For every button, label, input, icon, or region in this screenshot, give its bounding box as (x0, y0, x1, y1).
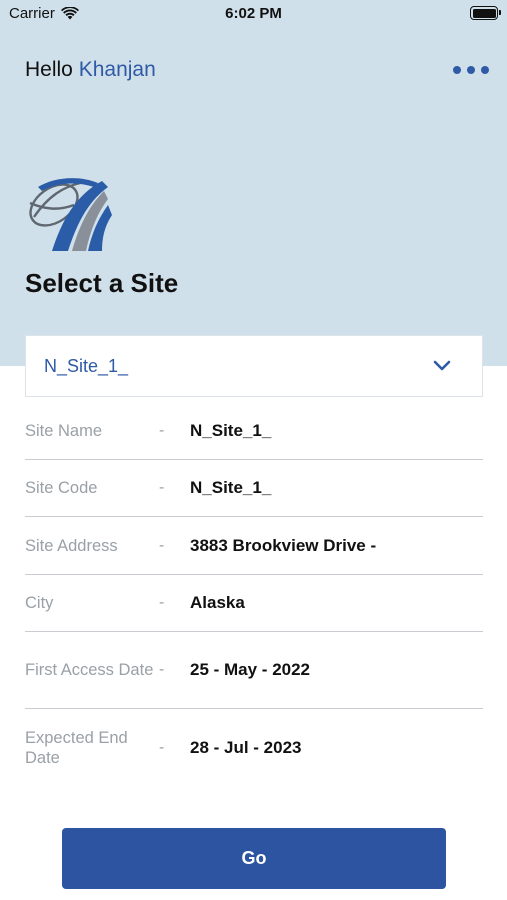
detail-separator: - (159, 738, 165, 756)
more-dots-icon (453, 66, 461, 74)
status-time: 6:02 PM (225, 5, 282, 22)
detail-row-city: City - Alaska (25, 575, 483, 632)
page-title: Select a Site (25, 268, 179, 298)
detail-row-site-address: Site Address - 3883 Brookview Drive - (25, 517, 483, 575)
detail-separator: - (159, 536, 165, 554)
detail-label: First Access Date (25, 661, 154, 679)
more-options-button[interactable] (453, 60, 489, 80)
detail-value: 25 - May - 2022 (190, 660, 311, 679)
detail-value: N_Site_1_ (190, 478, 272, 497)
detail-value: 28 - Jul - 2023 (190, 737, 302, 757)
greeting: Hello Khanjan (25, 58, 156, 82)
detail-value: Alaska (190, 593, 245, 612)
detail-separator: - (159, 421, 165, 439)
chevron-down-icon (433, 360, 451, 371)
globe-road-logo (29, 178, 112, 251)
greeting-text: Hello (25, 58, 73, 81)
detail-row-expected-end-date: Expected End Date - 28 - Jul - 2023 (25, 709, 483, 786)
detail-separator: - (159, 594, 165, 611)
detail-value: 3883 Brookview Drive - (190, 535, 377, 555)
detail-label: City (25, 594, 54, 612)
detail-value: N_Site_1_ (190, 420, 272, 440)
detail-row-site-code: Site Code - N_Site_1_ (25, 460, 483, 517)
detail-label: Site Name (25, 421, 103, 440)
detail-row-site-name: Site Name - N_Site_1_ (25, 402, 483, 460)
user-name: Khanjan (78, 58, 156, 81)
battery-icon (470, 6, 501, 20)
detail-separator: - (159, 661, 165, 678)
site-details: Site Name - N_Site_1_ Site Code - N_Site… (25, 402, 483, 786)
go-button[interactable]: Go (62, 828, 446, 889)
detail-label: Site Code (25, 479, 98, 497)
detail-label: Site Address (25, 536, 118, 555)
site-select-dropdown[interactable]: N_Site_1_ (25, 335, 483, 397)
detail-label: Expected End Date (25, 728, 128, 767)
detail-separator: - (159, 479, 165, 496)
status-bar: Carrier 6:02 PM (0, 0, 507, 28)
detail-row-first-access-date: First Access Date - 25 - May - 2022 (25, 632, 483, 709)
selected-site-value: N_Site_1_ (44, 355, 129, 376)
